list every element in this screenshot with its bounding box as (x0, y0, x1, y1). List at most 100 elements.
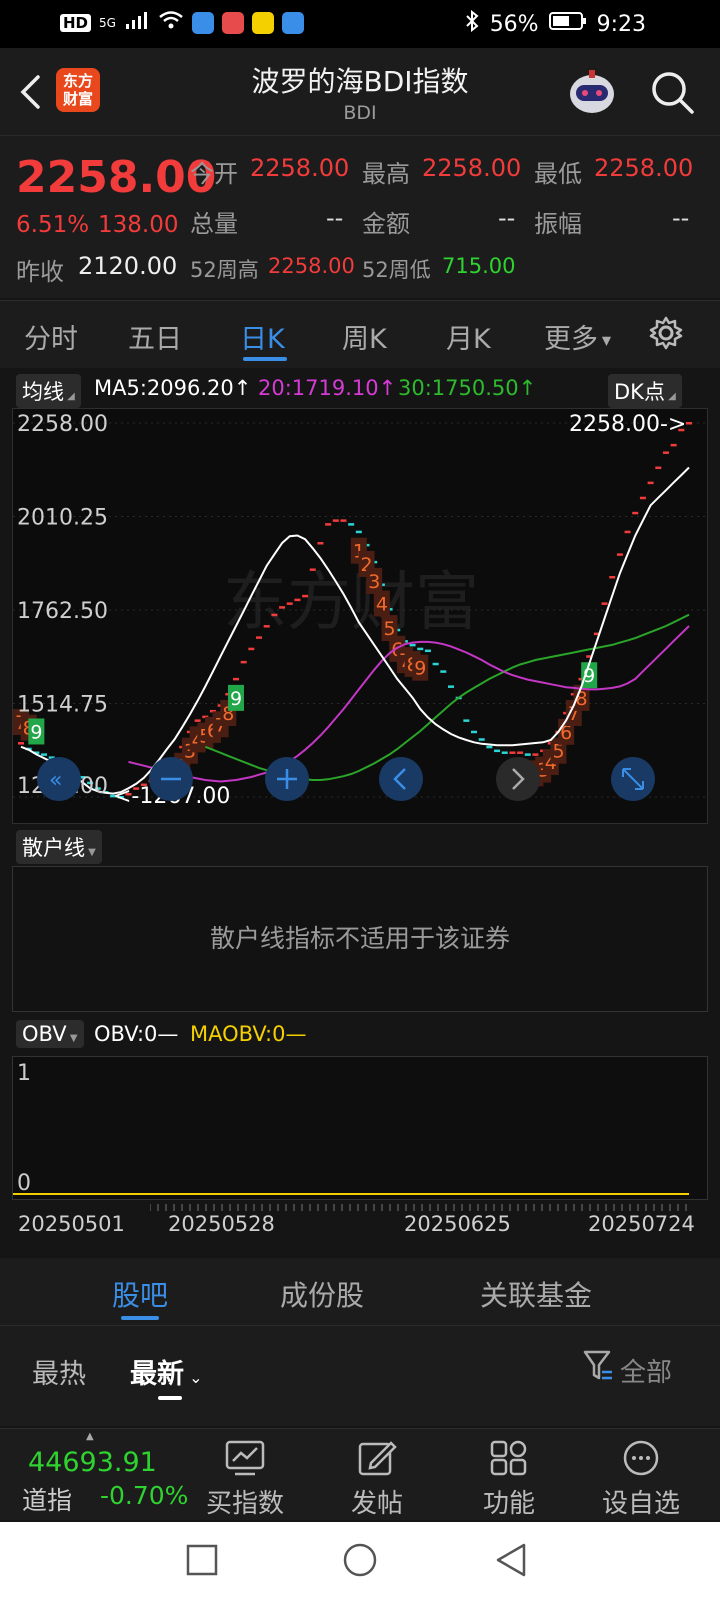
functions-button[interactable]: 功能 (454, 1439, 564, 1520)
battery-icon (548, 11, 587, 37)
home-icon[interactable] (342, 1542, 378, 1582)
buy-index-button[interactable]: 买指数 (190, 1439, 300, 1520)
dk-badge-label: 9 (414, 658, 426, 680)
buy-index-label: 买指数 (205, 1489, 284, 1519)
robot-assistant-icon[interactable] (566, 68, 618, 116)
candle (494, 749, 501, 753)
dk-badge-label: 4 (376, 594, 388, 616)
amplitude-value: -- (672, 204, 690, 232)
ma-legend-bar: 均线 ◢ MA5:2096.20↑ 20:1719.10↑ 30:1750.50… (0, 368, 720, 408)
dk-point-button[interactable]: DK点 ◢ (608, 374, 682, 408)
ma5-value: MA5:2096.20↑ (94, 376, 252, 400)
tab-constituents[interactable]: 成份股 (280, 1274, 364, 1314)
candle (409, 643, 416, 647)
tab-intraday[interactable]: 分时 (24, 317, 78, 356)
prev-close-value: 2120.00 (78, 252, 178, 280)
recent-apps-icon[interactable] (186, 1544, 218, 1580)
filter-icon[interactable] (582, 1348, 614, 1386)
dropdown-caret-icon: ▼ (85, 847, 96, 858)
fullscreen-button[interactable] (611, 757, 655, 801)
tab-daily-k[interactable]: 日K (240, 317, 285, 356)
candle (486, 745, 493, 749)
prev-close-label: 昨收 (16, 258, 64, 286)
obv-header: OBV ▼ OBV:0— MAOBV:0— (0, 1018, 720, 1058)
tab-related-funds[interactable]: 关联基金 (480, 1274, 592, 1314)
filter-indicator (158, 1396, 182, 1400)
candle (471, 730, 478, 734)
low-value: 2258.00 (594, 154, 694, 182)
zoom-minus-button[interactable] (149, 757, 193, 801)
community-tabs: 股吧 成份股 关联基金 (0, 1258, 720, 1326)
ma30-value: 30:1750.50↑ (398, 376, 537, 400)
obv-chart[interactable]: 1 0 (12, 1056, 708, 1200)
tab-guba[interactable]: 股吧 (112, 1274, 168, 1314)
scatter-selector[interactable]: 散户线 ▼ (16, 830, 102, 864)
search-icon[interactable] (650, 70, 696, 116)
obv-value: OBV:0— (94, 1022, 179, 1046)
zoom-in-button[interactable] (265, 757, 309, 801)
w52-high-value: 2258.00 (268, 254, 355, 278)
obv-selector[interactable]: OBV ▼ (16, 1020, 84, 1048)
open-value: 2258.00 (250, 154, 350, 182)
candle (41, 753, 48, 756)
kline-chart[interactable]: 东方财富 789123456789123456789123456789 2258… (12, 408, 709, 824)
dk-badge-label: 9 (30, 721, 42, 743)
candle (325, 523, 332, 526)
obv-y-top: 1 (17, 1061, 31, 1086)
scatter-message: 散户线指标不适用于该证券 (209, 924, 510, 953)
scroll-left-button[interactable] (379, 757, 423, 801)
candle (639, 496, 646, 500)
scatter-selector-label: 散户线 (22, 836, 85, 860)
add-watchlist-label: 设自选 (601, 1489, 680, 1519)
last-price: 2258.00 (16, 152, 217, 203)
tab-more-label: 更多 (544, 324, 598, 355)
edit-icon (358, 1441, 397, 1476)
candle (616, 553, 623, 556)
scatter-panel: 散户线指标不适用于该证券 (12, 866, 708, 1012)
candle (340, 519, 347, 522)
candle (532, 753, 539, 756)
tab-monthly-k[interactable]: 月K (446, 317, 491, 356)
settings-gear-icon[interactable] (648, 315, 684, 355)
obv-selector-label: OBV (22, 1022, 67, 1046)
date-axis-ticks (150, 1204, 687, 1211)
tab-weekly-k[interactable]: 周K (342, 317, 387, 356)
back-icon[interactable] (494, 1542, 528, 1582)
more-dots-icon (623, 1440, 659, 1476)
candle (263, 625, 270, 628)
filter-latest[interactable]: 最新 ⌄ (130, 1352, 203, 1391)
scroll-right-button[interactable] (496, 757, 540, 801)
ticker-widget[interactable]: 44693.91 道指 -0.70% ▲ (0, 1429, 190, 1521)
candle (655, 466, 662, 470)
dk-point-label: DK点 (614, 380, 665, 404)
candle (463, 719, 470, 722)
w52-low-value: 715.00 (442, 254, 516, 278)
tab-five-day[interactable]: 五日 (128, 317, 182, 356)
candle (478, 738, 485, 741)
candle (355, 530, 362, 534)
dropdown-caret-icon: ◢ (64, 391, 75, 402)
open-label: 今开 (190, 160, 238, 188)
dropdown-caret-icon: ◢ (664, 391, 676, 402)
amplitude-label: 振幅 (534, 210, 582, 238)
candle (317, 542, 324, 545)
clock: 9:23 (596, 11, 646, 37)
functions-label: 功能 (482, 1489, 535, 1519)
candle (294, 598, 301, 602)
kline-chart-svg: 东方财富 789123456789123456789123456789 2258… (13, 412, 709, 809)
candle (286, 602, 293, 605)
candle (509, 751, 516, 754)
add-watchlist-button[interactable]: 设自选 (586, 1439, 696, 1520)
filter-all[interactable]: 全部 (620, 1352, 672, 1389)
post-button[interactable]: 发帖 (322, 1439, 432, 1520)
candle (248, 647, 255, 651)
candle (501, 751, 508, 754)
zoom-out-button[interactable]: « (37, 757, 81, 801)
candle (424, 649, 431, 653)
ma-selector[interactable]: 均线 ◢ (16, 374, 81, 408)
bluetooth-icon (464, 9, 480, 38)
filter-hot[interactable]: 最热 (32, 1352, 86, 1391)
tab-more[interactable]: 更多 ▼ (544, 317, 611, 356)
w52-high-label: 52周高 (190, 258, 259, 282)
candle (417, 647, 424, 651)
